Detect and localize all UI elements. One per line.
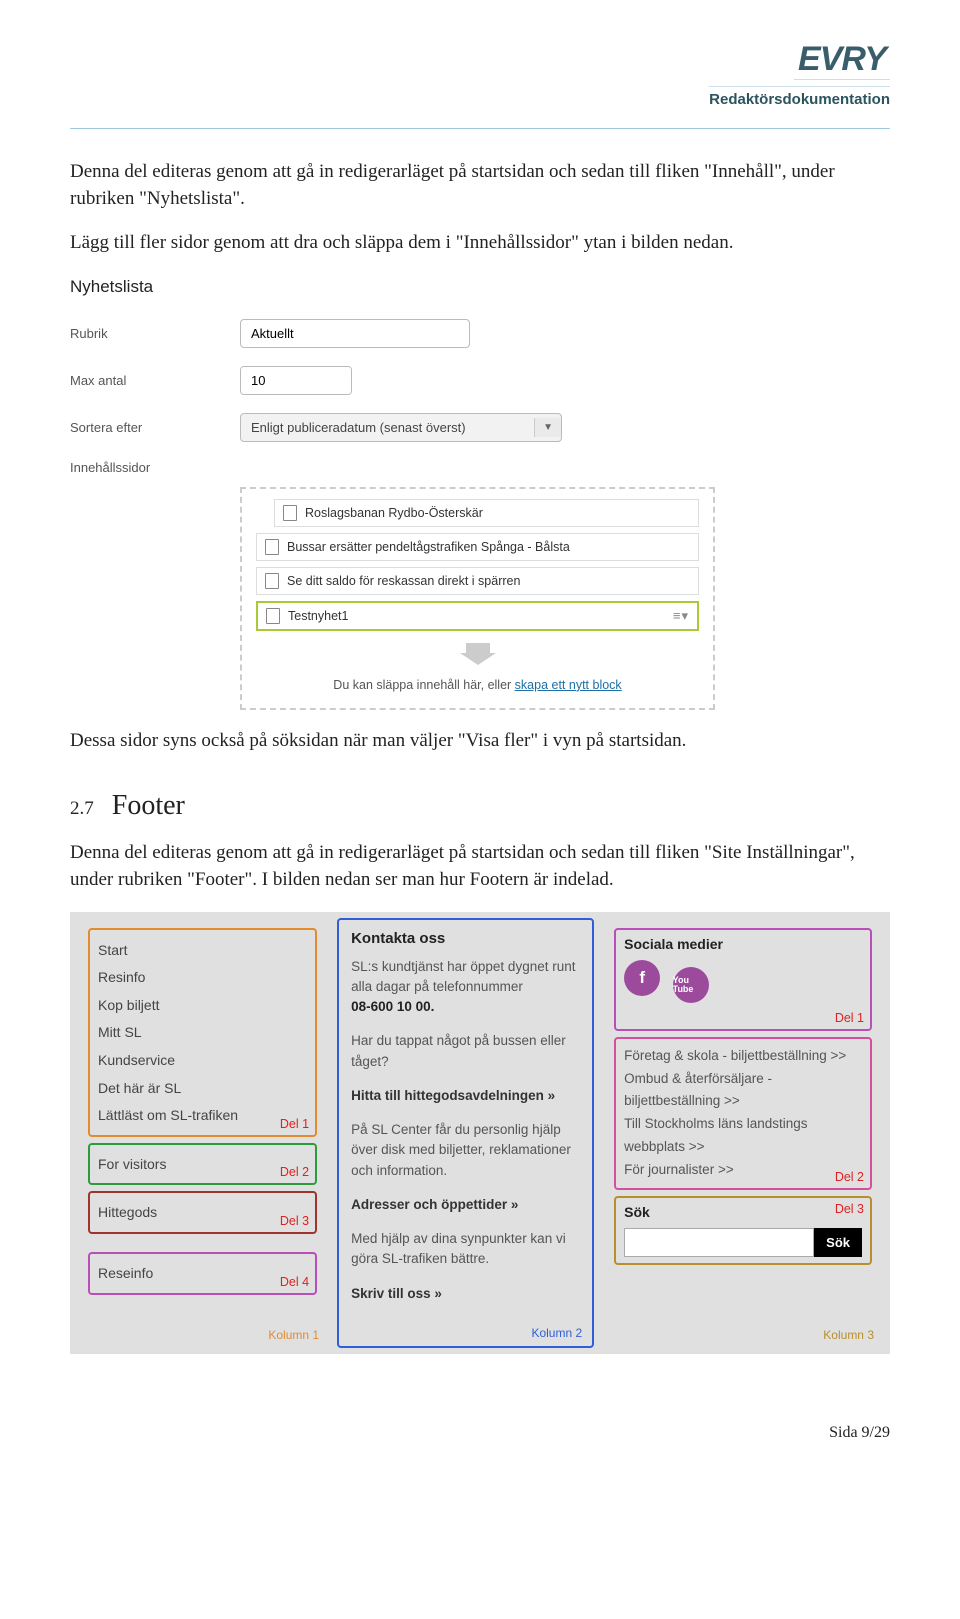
footer-col-3: Sociala medier f You Tube Del 1 Företag … [602,918,884,1348]
col2-text: På SL Center får du personlig hjälp över… [351,1120,580,1181]
footer-link[interactable]: Hitta till hittegodsavdelningen » [351,1086,580,1106]
paragraph-4: Denna del editeras genom att gå in redig… [70,840,890,893]
col3-del3-box: Sök Del 3 Sök [614,1196,872,1265]
footer-link[interactable]: För journalister >> [624,1159,862,1182]
file-icon [265,539,279,555]
file-icon [266,608,280,624]
paragraph-3: Dessa sidor syns också på söksidan när m… [70,728,890,755]
del-label: Del 4 [280,1275,309,1289]
footer-link[interactable]: Reseinfo [98,1265,153,1281]
label-rubrik: Rubrik [70,326,240,341]
social-heading: Sociala medier [624,936,862,952]
footer-link[interactable]: Skriv till oss » [351,1284,580,1304]
page-number: Sida 9/29 [70,1424,890,1442]
footer-col-2: Kontakta oss SL:s kundtjänst har öppet d… [337,918,594,1348]
del-label: Del 3 [835,1202,864,1216]
section-heading: 2.7 Footer [70,790,890,822]
page-item-label: Roslagsbanan Rydbo-Österskär [305,506,483,520]
input-rubrik[interactable] [240,319,470,348]
page-item-label: Se ditt saldo för reskassan direkt i spä… [287,574,520,588]
column-label: Kolumn 2 [531,1326,582,1340]
col2-text: Har du tappat något på bussen eller tåge… [351,1031,580,1072]
input-max-antal[interactable]: ▲ ▼ [240,366,352,395]
page-item-selected[interactable]: Testnyhet1 ≡▾ [256,601,699,631]
del-label: Del 3 [280,1214,309,1228]
footer-col-1: Start Resinfo Kop biljett Mitt SL Kundse… [76,918,329,1348]
youtube-icon[interactable]: You Tube [673,967,709,1003]
section-number: 2.7 [70,798,94,820]
footer-link[interactable]: Kundservice [98,1046,307,1074]
del-label: Del 2 [280,1165,309,1179]
nyhetslista-form: Nyhetslista Rubrik Max antal ▲ ▼ Sortera… [70,277,890,710]
footer-link[interactable]: For visitors [98,1156,166,1172]
dropdown-value: Enligt publiceradatum (senast överst) [241,414,534,441]
footer-link[interactable]: Mitt SL [98,1018,307,1046]
col1-del4-box: Reseinfo Del 4 [88,1252,317,1295]
page-item-label: Bussar ersätter pendeltågstrafiken Spång… [287,540,570,554]
label-innehallssidor: Innehållssidor [70,460,240,475]
footer-link[interactable]: Ombud & återförsäljare - biljettbeställn… [624,1068,862,1114]
col1-del1-box: Start Resinfo Kop biljett Mitt SL Kundse… [88,928,317,1137]
footer-link[interactable]: Lättläst om SL-trafiken [98,1101,307,1129]
page-item[interactable]: Se ditt saldo för reskassan direkt i spä… [256,567,699,595]
footer-link[interactable]: Resinfo [98,963,307,991]
drop-arrow-icon [256,641,699,670]
dropdown-sortera[interactable]: Enligt publiceradatum (senast överst) ▼ [240,413,562,442]
chevron-down-icon[interactable]: ▼ [534,418,561,437]
column-label: Kolumn 1 [268,1328,319,1342]
drag-handle-icon[interactable]: ≡▾ [673,608,689,624]
form-title: Nyhetslista [70,277,890,297]
section-title: Footer [112,790,185,822]
del-label: Del 1 [835,1011,864,1025]
brand-logo: EVRY [794,40,890,80]
footer-link[interactable]: Start [98,936,307,964]
del-label: Del 1 [280,1117,309,1131]
search-heading: Sök [624,1204,862,1220]
search-button[interactable]: Sök [814,1228,862,1257]
drop-hint: Du kan släppa innehåll här, eller skapa … [256,678,699,692]
paragraph-2: Lägg till fler sidor genom att dra och s… [70,230,890,257]
input-max-antal-field[interactable] [241,367,352,394]
col1-del2-box: For visitors Del 2 [88,1143,317,1186]
footer-link[interactable]: Företag & skola - biljettbeställning >> [624,1045,862,1068]
footer-link[interactable]: Hittegods [98,1204,157,1220]
column-label: Kolumn 3 [823,1328,874,1342]
page-item[interactable]: Bussar ersätter pendeltågstrafiken Spång… [256,533,699,561]
page-item[interactable]: Roslagsbanan Rydbo-Österskär [274,499,699,527]
del-label: Del 2 [835,1170,864,1184]
paragraph-1: Denna del editeras genom att gå in redig… [70,159,890,212]
footer-link[interactable]: Kop biljett [98,991,307,1019]
file-icon [265,573,279,589]
footer-layout: Start Resinfo Kop biljett Mitt SL Kundse… [70,912,890,1354]
label-max-antal: Max antal [70,373,240,388]
search-input[interactable] [624,1228,814,1257]
col1-del3-box: Hittegods Del 3 [88,1191,317,1234]
col2-text: Med hjälp av dina synpunkter kan vi göra… [351,1229,580,1270]
page-header: EVRY Redaktörsdokumentation [70,40,890,108]
doc-type-label: Redaktörsdokumentation [709,86,890,108]
col3-del2-box: Företag & skola - biljettbeställning >> … [614,1037,872,1191]
page-item-label: Testnyhet1 [288,609,348,623]
col3-del1-box: Sociala medier f You Tube Del 1 [614,928,872,1031]
content-drop-zone[interactable]: Roslagsbanan Rydbo-Österskär Bussar ersä… [240,487,715,710]
footer-link[interactable]: Adresser och öppettider » [351,1195,580,1215]
col2-text: SL:s kundtjänst har öppet dygnet runt al… [351,957,580,1018]
file-icon [283,505,297,521]
label-sortera: Sortera efter [70,420,240,435]
col2-heading: Kontakta oss [351,930,580,947]
footer-link[interactable]: Det här är SL [98,1074,307,1102]
footer-link[interactable]: Till Stockholms läns landstings webbplat… [624,1113,862,1159]
facebook-icon[interactable]: f [624,960,660,996]
header-divider [70,128,890,129]
create-block-link[interactable]: skapa ett nytt block [515,678,622,692]
